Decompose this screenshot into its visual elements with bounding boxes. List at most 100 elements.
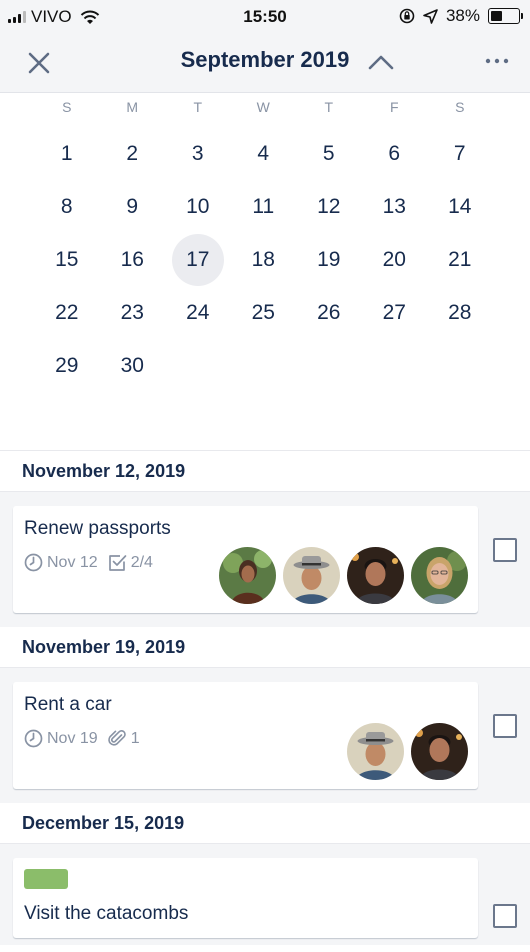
calendar-day-number: 3: [191, 141, 204, 165]
calendar-day[interactable]: 4: [231, 127, 297, 180]
checklist-badge: 2/4: [108, 553, 153, 572]
battery-percent: 38%: [445, 6, 480, 25]
calendar-day[interactable]: 19: [296, 233, 362, 286]
location-icon: [423, 8, 438, 24]
calendar-day[interactable]: 23: [100, 286, 166, 339]
weekday-label: S: [62, 99, 72, 115]
avatar[interactable]: [283, 547, 340, 604]
calendar-day[interactable]: 28: [427, 286, 493, 339]
calendar-day[interactable]: 26: [296, 286, 362, 339]
weekday-label: T: [193, 99, 203, 115]
card-row: Visit the catacombs: [0, 844, 530, 952]
month-title[interactable]: September 2019: [0, 47, 530, 73]
calendar-day[interactable]: 16: [100, 233, 166, 286]
calendar-day-number: 17: [171, 233, 224, 286]
card-checkbox[interactable]: [493, 538, 517, 562]
checklist-icon: [108, 555, 127, 571]
weekday-label: F: [389, 99, 399, 115]
avatar[interactable]: [219, 547, 276, 604]
card-members: [219, 547, 468, 604]
calendar-day-today[interactable]: 17: [165, 233, 231, 286]
card-badges: Nov 19 1: [24, 729, 140, 748]
avatar[interactable]: [411, 547, 468, 604]
calendar-day-number: 21: [448, 247, 472, 271]
card-renew-passports[interactable]: Renew passports Nov 12 2/4: [13, 506, 478, 613]
calendar-day[interactable]: 30: [100, 339, 166, 392]
card-members: [347, 723, 468, 780]
calendar-day-number: 11: [252, 194, 275, 218]
calendar-day-number: 14: [448, 194, 472, 218]
calendar-day[interactable]: 24: [165, 286, 231, 339]
collapse-calendar-button[interactable]: [366, 50, 396, 74]
calendar-day[interactable]: 2: [100, 127, 166, 180]
clock-icon: [24, 729, 43, 748]
calendar-day[interactable]: 29: [34, 339, 100, 392]
card-badges: Nov 12 2/4: [24, 553, 153, 572]
calendar-day-number: 12: [317, 194, 341, 218]
calendar-day[interactable]: 13: [362, 180, 428, 233]
rotation-lock-icon: [399, 8, 415, 24]
due-date-badge: Nov 19: [24, 729, 98, 748]
status-right: 38%: [399, 6, 523, 26]
checklist-count: 2/4: [130, 553, 153, 571]
calendar-day-number: 24: [186, 300, 210, 324]
more-icon: [485, 58, 509, 64]
calendar-day[interactable]: 7: [427, 127, 493, 180]
calendar-day-number: 15: [55, 247, 79, 271]
calendar-day[interactable]: 25: [231, 286, 297, 339]
card-checkbox[interactable]: [493, 714, 517, 738]
calendar-day[interactable]: 15: [34, 233, 100, 286]
weekday-label: W: [256, 99, 270, 115]
clock-icon: [24, 553, 43, 572]
card-title: Renew passports: [24, 518, 171, 539]
date-group-header: November 19, 2019: [0, 627, 530, 668]
date-group-header: December 15, 2019: [0, 803, 530, 844]
card-row: Renew passports Nov 12 2/4: [0, 492, 530, 627]
card-visit-the-catacombs[interactable]: Visit the catacombs: [13, 858, 478, 938]
due-date-text: Nov 12: [47, 553, 98, 571]
month-calendar: S M T W T F S 1 2 3 4 5 6 7 8 9 10 11 12 13 14 15 16 17 1…: [0, 93, 530, 450]
calendar-day-number: 16: [120, 247, 144, 271]
calendar-day-number: 4: [257, 141, 270, 165]
avatar[interactable]: [347, 547, 404, 604]
calendar-day-number: 28: [448, 300, 472, 324]
calendar-day[interactable]: 1: [34, 127, 100, 180]
calendar-day[interactable]: 5: [296, 127, 362, 180]
calendar-day[interactable]: 12: [296, 180, 362, 233]
more-options-button[interactable]: [482, 48, 512, 74]
weekday-label: S: [455, 99, 465, 115]
calendar-day-number: 20: [382, 247, 406, 271]
calendar-day-number: 13: [382, 194, 406, 218]
calendar-day[interactable]: 10: [165, 180, 231, 233]
calendar-day[interactable]: 3: [165, 127, 231, 180]
attachment-icon: [107, 730, 126, 746]
card-rent-a-car[interactable]: Rent a car Nov 19 1: [13, 682, 478, 789]
due-date-text: Nov 19: [47, 729, 98, 747]
weekday-header: S M T W T F S: [34, 99, 493, 115]
calendar-day[interactable]: 21: [427, 233, 493, 286]
calendar-day[interactable]: 27: [362, 286, 428, 339]
battery-icon: [488, 8, 523, 24]
calendar-day-number: 27: [382, 300, 406, 324]
calendar-day[interactable]: 18: [231, 233, 297, 286]
calendar-day[interactable]: 6: [362, 127, 428, 180]
calendar-day[interactable]: 22: [34, 286, 100, 339]
card-title: Visit the catacombs: [24, 903, 189, 924]
due-date-list: November 12, 2019 Renew passports Nov 12…: [0, 450, 530, 945]
avatar[interactable]: [411, 723, 468, 780]
calendar-day[interactable]: 9: [100, 180, 166, 233]
calendar-day[interactable]: 8: [34, 180, 100, 233]
calendar-day-number: 29: [55, 353, 79, 377]
card-title: Rent a car: [24, 694, 112, 715]
calendar-day[interactable]: 20: [362, 233, 428, 286]
card-label-green: [24, 869, 68, 889]
calendar-day-number: 5: [322, 141, 335, 165]
weekday-label: T: [324, 99, 334, 115]
calendar-day[interactable]: 14: [427, 180, 493, 233]
avatar[interactable]: [347, 723, 404, 780]
card-row: Rent a car Nov 19 1: [0, 668, 530, 803]
calendar-day-number: 25: [251, 300, 275, 324]
card-checkbox[interactable]: [493, 904, 517, 928]
calendar-day[interactable]: 11: [231, 180, 297, 233]
calendar-day-number: 1: [60, 141, 73, 165]
